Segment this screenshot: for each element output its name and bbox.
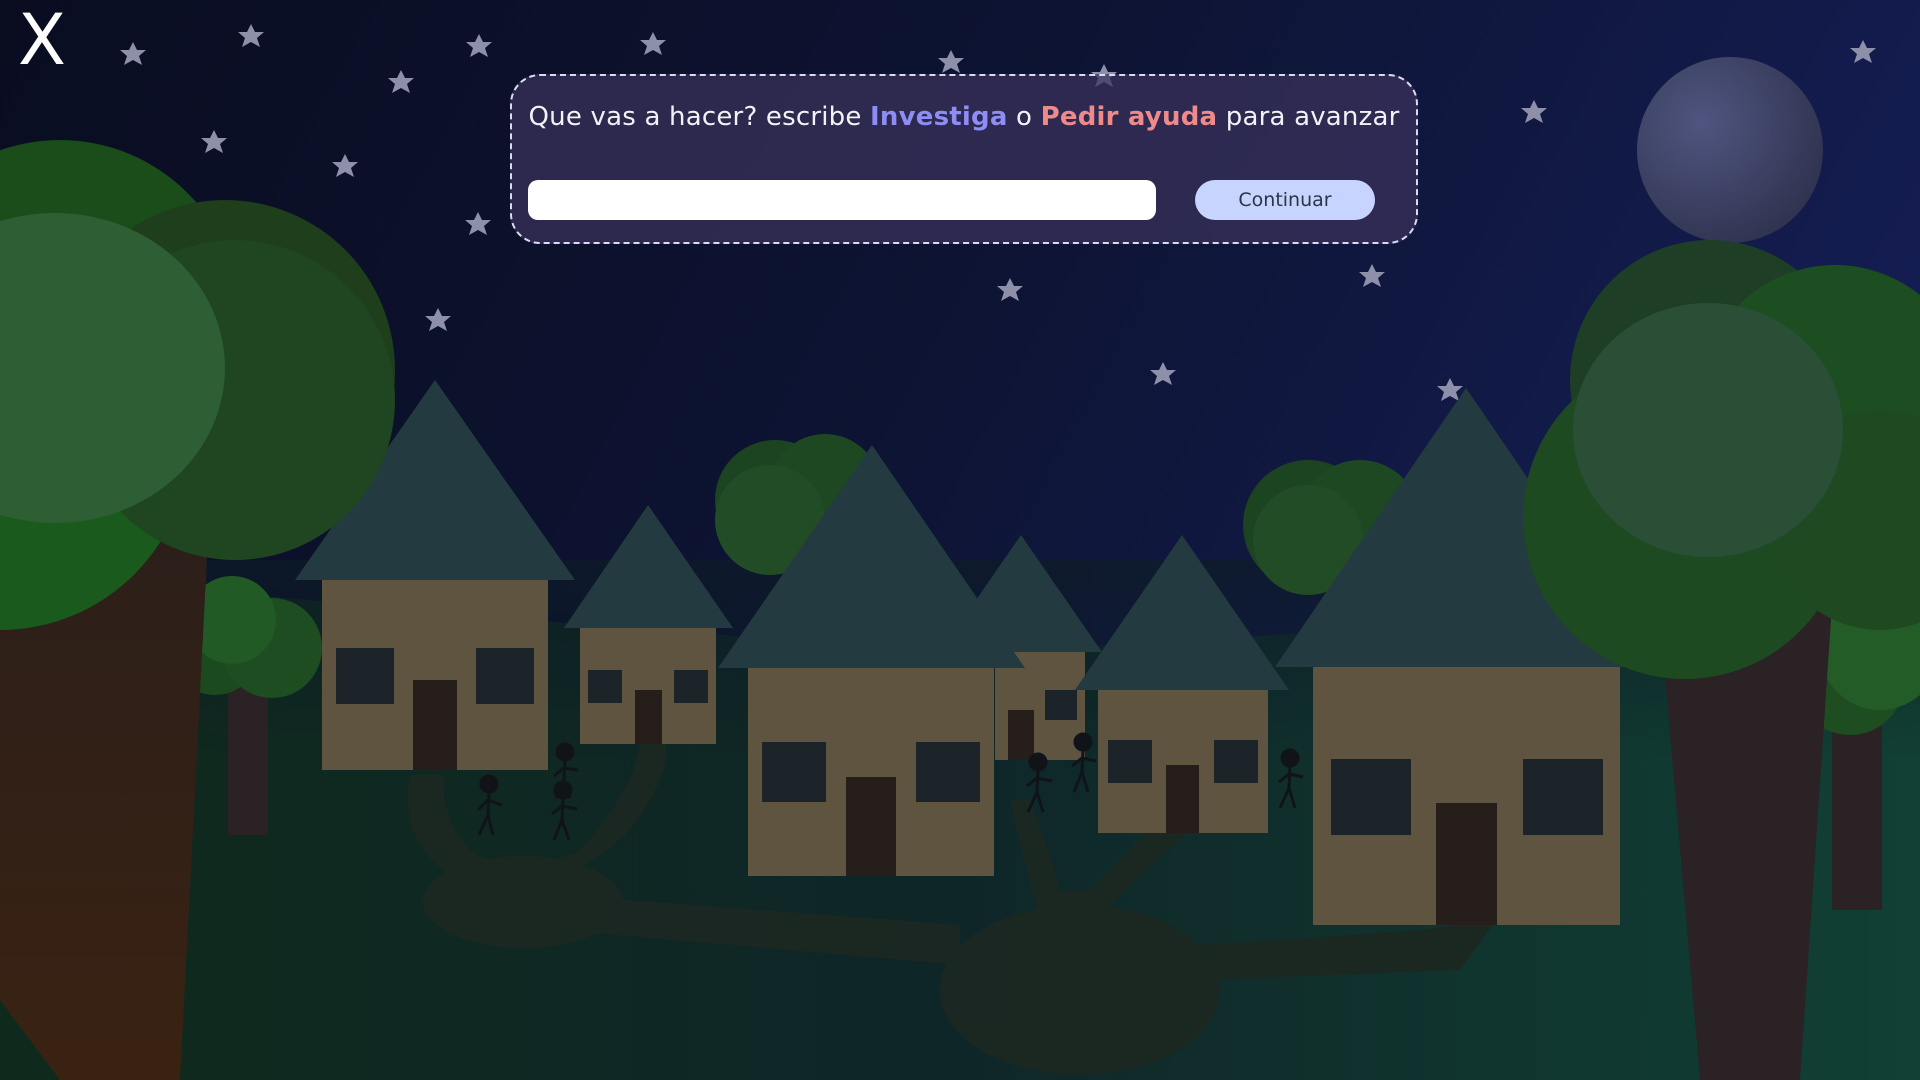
answer-input[interactable] <box>528 180 1156 220</box>
prompt-panel: Que vas a hacer? escribe Investiga o Ped… <box>510 74 1418 244</box>
prompt-prefix: Que vas a hacer? escribe <box>528 102 871 132</box>
moon <box>1637 57 1823 243</box>
prompt-suffix: para avanzar <box>1217 102 1400 132</box>
prompt-text: Que vas a hacer? escribe Investiga o Ped… <box>512 102 1416 132</box>
keyword-pedir-ayuda: Pedir ayuda <box>1040 102 1218 132</box>
keyword-investiga: Investiga <box>870 102 1008 132</box>
continue-button[interactable]: Continuar <box>1195 180 1375 220</box>
close-button[interactable]: X <box>12 5 72 75</box>
prompt-connector: o <box>1007 102 1041 132</box>
